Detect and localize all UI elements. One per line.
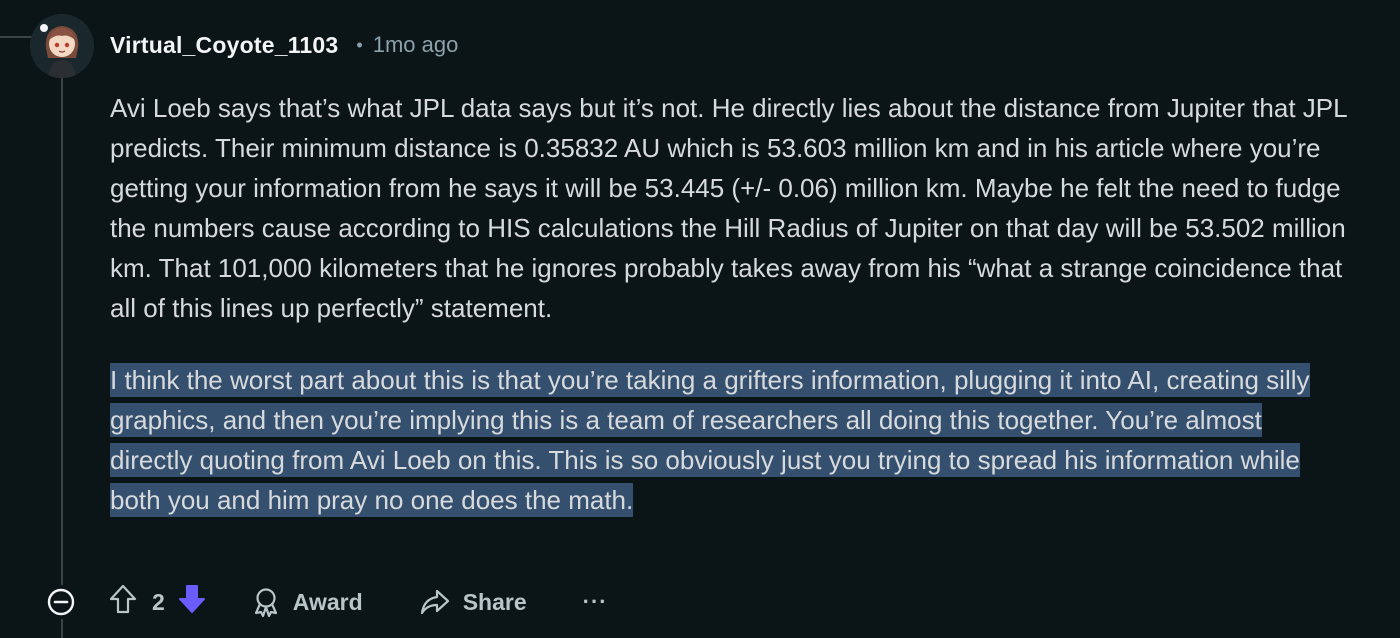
share-arrow-icon	[420, 589, 449, 615]
share-button[interactable]: Share	[419, 587, 527, 617]
comment-paragraph: Avi Loeb says that’s what JPL data says …	[110, 93, 1347, 323]
vote-count: 2	[152, 588, 165, 615]
avatar-image	[30, 14, 94, 78]
timestamp[interactable]: 1mo ago	[373, 32, 459, 58]
thread-connector	[0, 0, 36, 38]
minus-circle-icon	[47, 588, 75, 616]
comment-header: Virtual_Coyote_1103 • 1mo ago	[110, 28, 458, 62]
vote-controls: 2	[108, 583, 207, 621]
upvote-button[interactable]	[108, 583, 138, 621]
award-button[interactable]: Award	[251, 586, 363, 618]
collapse-button[interactable]	[44, 585, 78, 619]
comment-actions: 2 Award Share ···	[44, 580, 608, 624]
upvote-arrow-icon	[109, 584, 137, 614]
text-selection: I think the worst part about this is tha…	[110, 363, 1310, 517]
avatar[interactable]	[30, 14, 94, 78]
award-label: Award	[292, 588, 363, 615]
thread-line[interactable]	[61, 78, 63, 638]
comment-paragraph-highlighted: I think the worst part about this is tha…	[110, 360, 1320, 520]
share-label: Share	[462, 588, 527, 615]
downvote-button[interactable]	[177, 583, 207, 621]
comment-body: Avi Loeb says that’s what JPL data says …	[110, 88, 1360, 520]
award-icon	[254, 588, 277, 618]
comment: Virtual_Coyote_1103 • 1mo ago Avi Loeb s…	[0, 0, 1400, 638]
username-link[interactable]: Virtual_Coyote_1103	[110, 32, 338, 59]
header-separator: •	[356, 34, 363, 55]
more-options-button[interactable]: ···	[583, 589, 608, 615]
downvote-arrow-icon	[178, 585, 205, 613]
